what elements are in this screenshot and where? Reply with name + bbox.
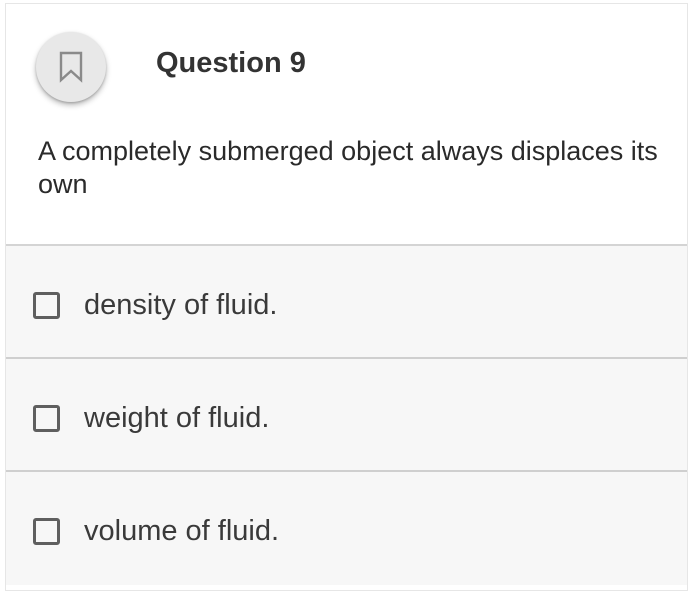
checkbox-unchecked-icon[interactable] [33,518,60,545]
checkbox-unchecked-icon[interactable] [33,405,60,432]
bookmark-button[interactable] [36,32,106,102]
question-text: A completely submerged object always dis… [38,136,658,199]
checkbox-unchecked-icon[interactable] [33,292,60,319]
answer-option-label: density of fluid. [84,289,278,321]
answer-option-label: volume of fluid. [84,515,280,547]
answer-option[interactable]: weight of fluid. [6,359,687,472]
answer-option[interactable]: volume of fluid. [6,472,687,585]
answer-options: density of fluid. weight of fluid. volum… [6,244,687,585]
question-title: Question 9 [156,47,306,79]
question-header: Question 9 A completely submerged object… [6,4,687,244]
answer-option-label: weight of fluid. [84,402,270,434]
question-card: Question 9 A completely submerged object… [5,3,688,591]
bookmark-icon [58,51,84,83]
answer-option[interactable]: density of fluid. [6,246,687,359]
